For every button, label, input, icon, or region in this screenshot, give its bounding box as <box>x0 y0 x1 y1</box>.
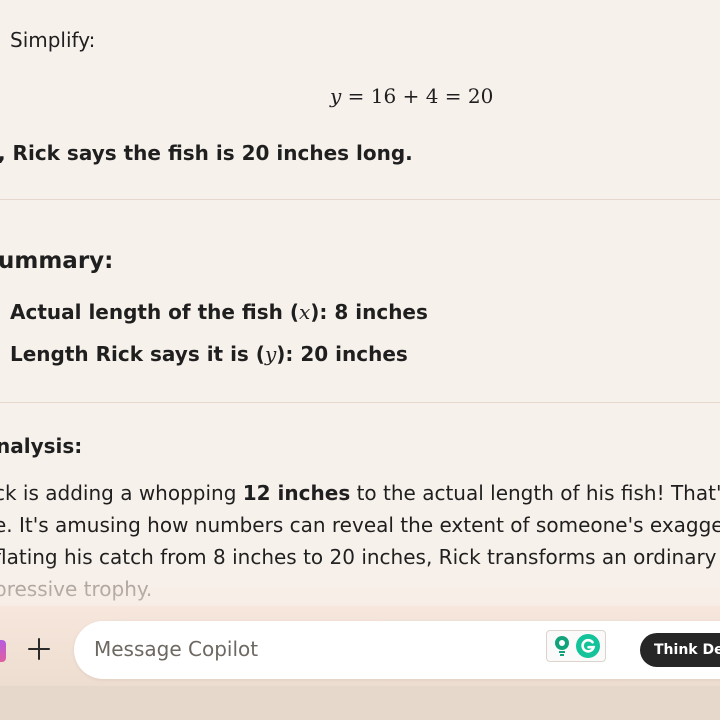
conclusion-text: , Rick says the fish is 20 inches long. <box>0 141 413 165</box>
summary-heading: ummary: <box>0 248 114 274</box>
analysis-text: to the actual length of his fish! That's… <box>356 481 720 505</box>
message-composer <box>74 621 720 679</box>
analysis-line: pressive trophy. <box>0 577 153 601</box>
grammarly-icon[interactable] <box>575 633 601 659</box>
plus-icon <box>28 638 50 660</box>
analysis-line: flating his catch from 8 inches to 20 in… <box>0 545 720 569</box>
section-divider <box>0 402 720 403</box>
summary-item-actual-length: Actual length of the fish (x): 8 inches <box>10 300 428 324</box>
summary-item-label: Actual length of the fish ( <box>10 300 299 324</box>
summary-item-variable: x <box>298 300 311 324</box>
analysis-line: e. It's amusing how numbers can reveal t… <box>0 513 720 537</box>
equation-variable: y <box>330 84 342 108</box>
summary-item-value: ): 8 inches <box>310 300 428 324</box>
analysis-emphasis: 12 inches <box>242 481 351 505</box>
copilot-chat-page: Simplify: y = 16 + 4 = 20 , Rick says th… <box>0 0 720 720</box>
summary-item-variable: y <box>264 342 277 366</box>
analysis-line: ck is adding a whopping 12 inches to the… <box>0 481 720 505</box>
section-divider <box>0 199 720 200</box>
copilot-logo-edge <box>0 640 6 662</box>
composer-bottom-strip <box>0 686 720 720</box>
equation: y = 16 + 4 = 20 <box>330 84 493 108</box>
analysis-text: ck is adding a whopping <box>0 481 243 505</box>
think-deeper-button[interactable]: Think Deeper <box>640 633 720 667</box>
message-input[interactable] <box>94 637 514 661</box>
add-attachment-button[interactable] <box>22 632 56 666</box>
equation-expression: = 16 + 4 = 20 <box>347 84 494 108</box>
extension-icons <box>546 630 606 662</box>
summary-item-claimed-length: Length Rick says it is (y): 20 inches <box>10 342 408 366</box>
summary-item-label: Length Rick says it is ( <box>10 342 265 366</box>
summary-item-value: ): 20 inches <box>276 342 408 366</box>
analysis-heading: nalysis: <box>0 434 83 458</box>
bulb-icon[interactable] <box>551 634 573 658</box>
simplify-label: Simplify: <box>10 28 96 52</box>
